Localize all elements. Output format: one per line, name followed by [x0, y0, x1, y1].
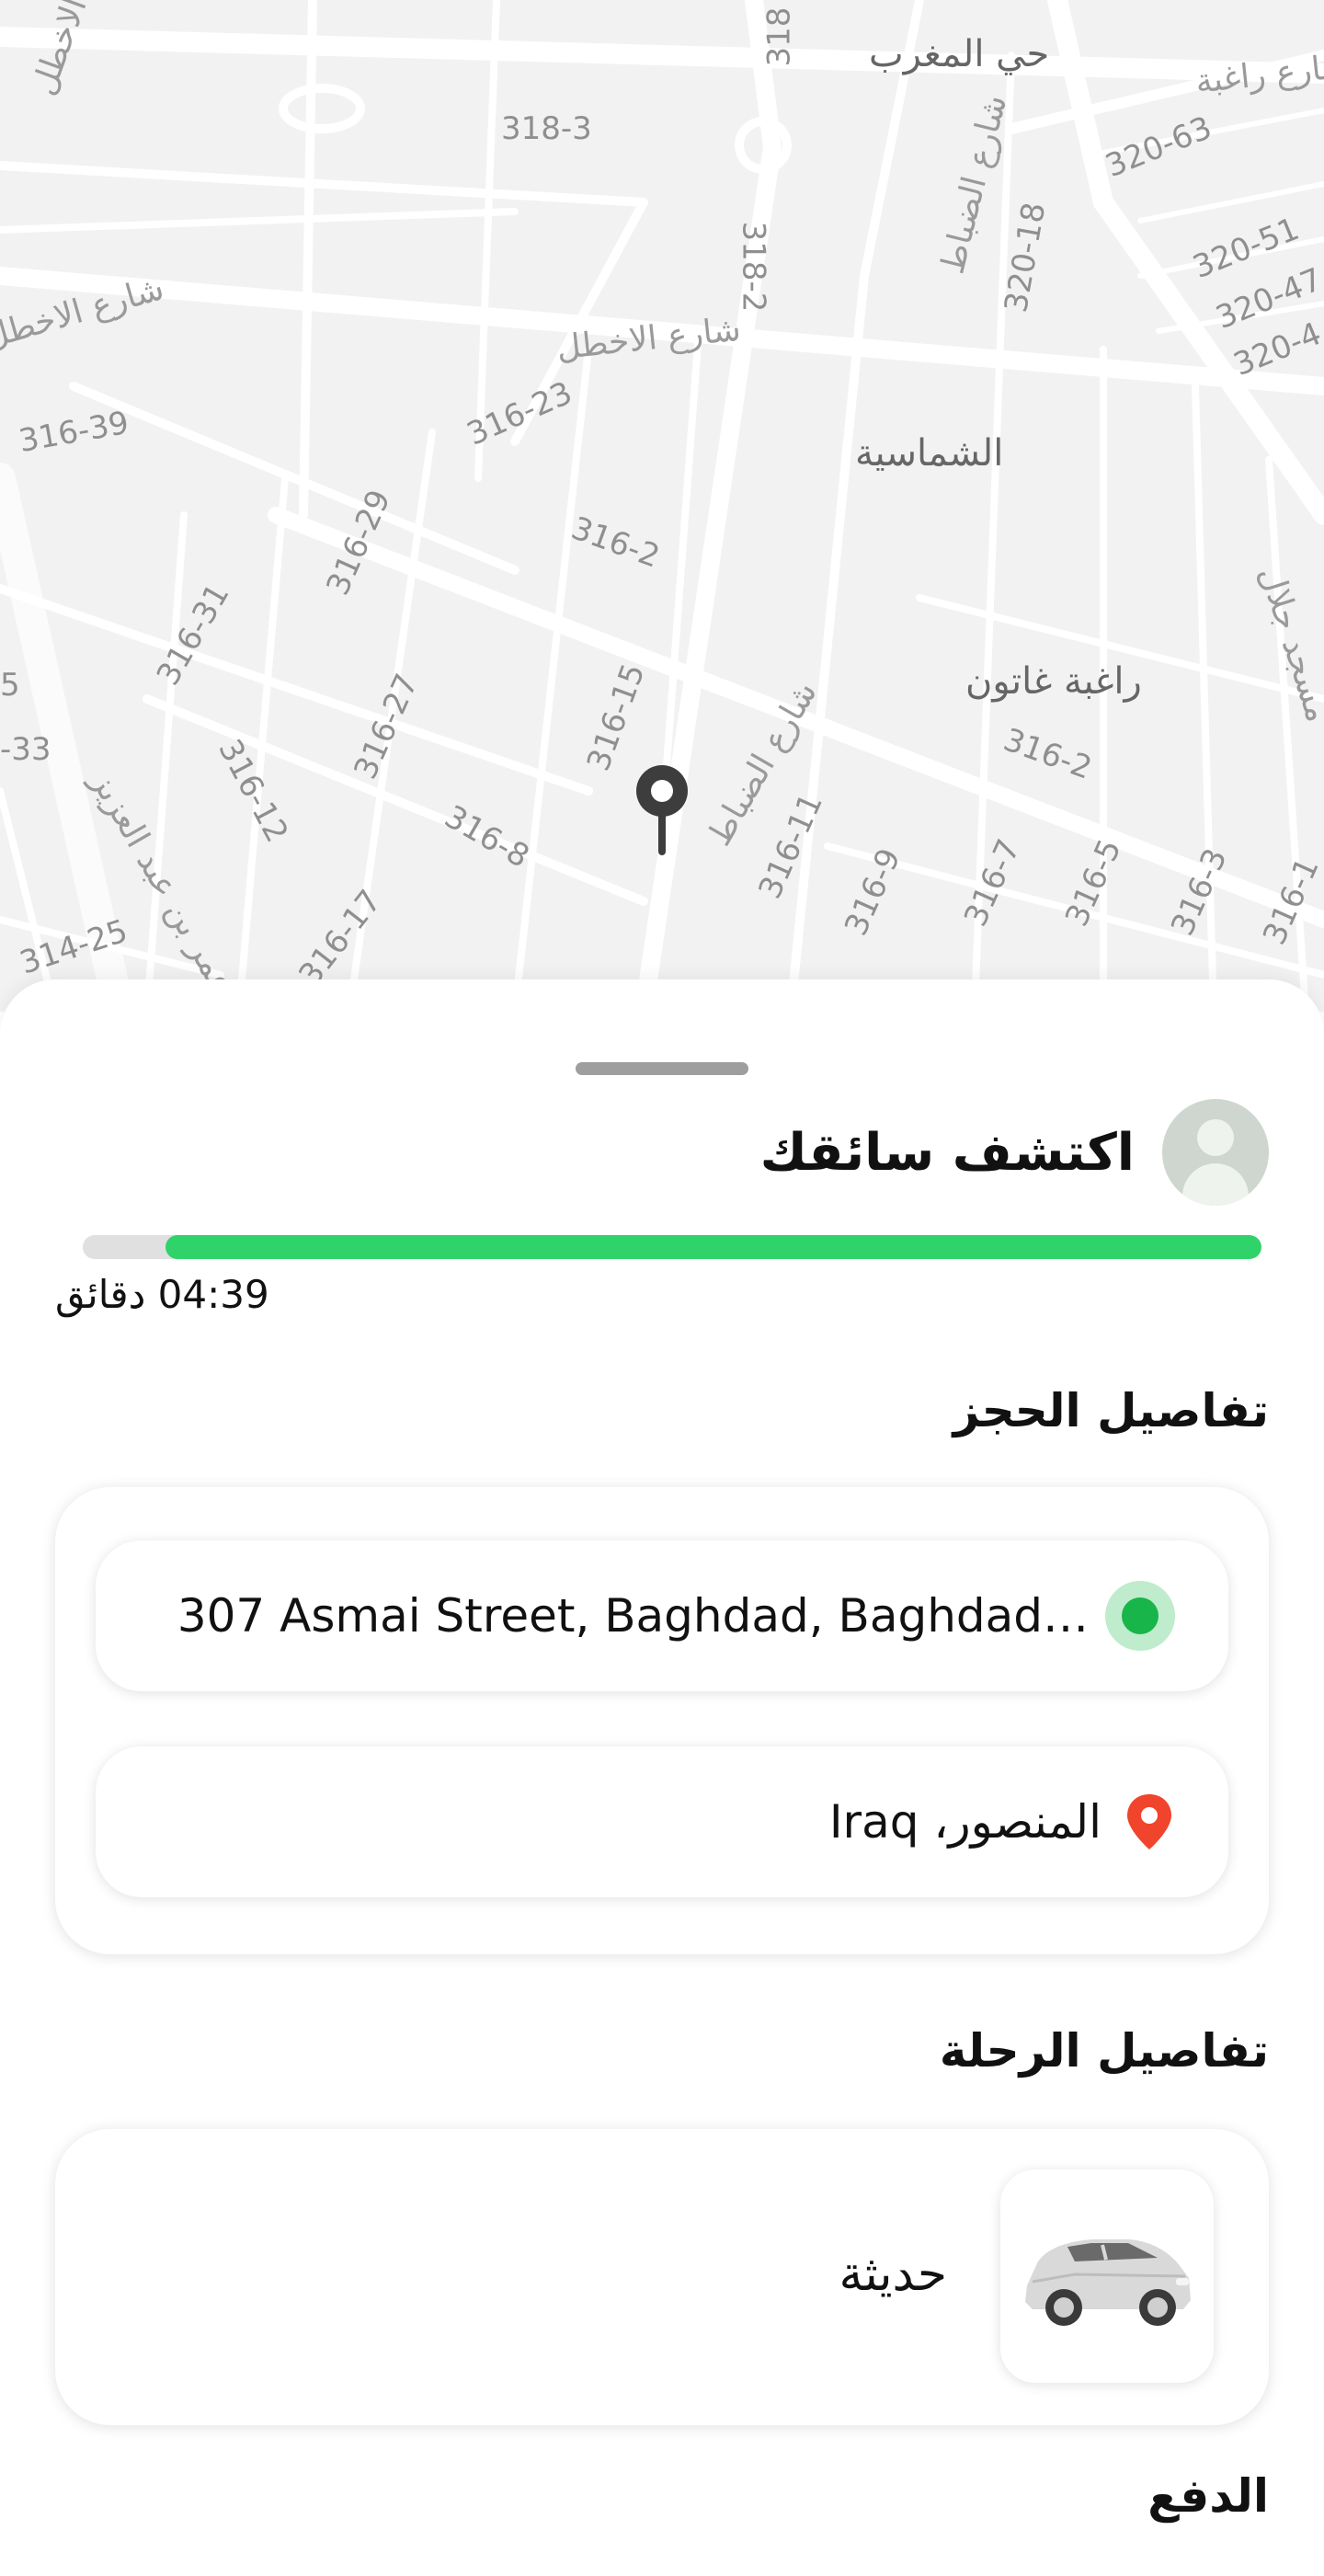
- pickup-address: 307 Asmai Street, Baghdad, Baghdad…: [177, 1589, 1089, 1643]
- sheet-drag-handle[interactable]: [576, 1062, 748, 1075]
- dropoff-address: المنصور، Iraq: [828, 1795, 1101, 1849]
- countdown-timer: 04:39 دقائق: [55, 1272, 269, 1317]
- trip-details-title: تفاصيل الرحلة: [939, 2024, 1269, 2078]
- payment-title: الدفع: [1147, 2469, 1269, 2523]
- map-view[interactable]: حي المغرب الشماسية راغبة غاتون شارع الاخ…: [0, 0, 1324, 1012]
- search-progress-fill: [165, 1235, 1261, 1259]
- map-label-district: حي المغرب: [869, 33, 1050, 75]
- pickup-location-field[interactable]: 307 Asmai Street, Baghdad, Baghdad…: [96, 1540, 1228, 1691]
- driver-search-title: اكتشف سائقك: [759, 1122, 1135, 1183]
- dropoff-location-field[interactable]: المنصور، Iraq: [96, 1746, 1228, 1897]
- booking-details-card: 307 Asmai Street, Baghdad, Baghdad… المن…: [55, 1487, 1269, 1954]
- car-type-label: حديثة: [839, 2247, 947, 2302]
- map-label-district: راغبة غاتون: [965, 660, 1142, 703]
- map-label-block: 318-3: [501, 110, 592, 147]
- trip-bottom-sheet: اكتشف سائقك 04:39 دقائق تفاصيل الحجز 307…: [0, 979, 1324, 2576]
- map-label-block: -33: [0, 731, 51, 768]
- map-pin-icon: [1127, 1794, 1171, 1849]
- driver-header: اكتشف سائقك: [760, 1099, 1269, 1206]
- map-label-block: 318: [760, 6, 798, 67]
- car-icon: [1025, 2239, 1191, 2326]
- map-label-district: الشماسية: [855, 432, 1004, 475]
- search-progress-bar: [83, 1235, 1261, 1259]
- driver-avatar: [1162, 1099, 1269, 1206]
- location-pin-icon[interactable]: [634, 763, 690, 864]
- car-image: [1000, 2170, 1214, 2383]
- map-label-block: 318-2: [735, 221, 772, 313]
- booking-details-title: تفاصيل الحجز: [953, 1384, 1269, 1437]
- pickup-dot-icon: [1105, 1581, 1175, 1651]
- trip-details-card: حديثة: [55, 2129, 1269, 2425]
- map-label-block: 5: [0, 667, 20, 704]
